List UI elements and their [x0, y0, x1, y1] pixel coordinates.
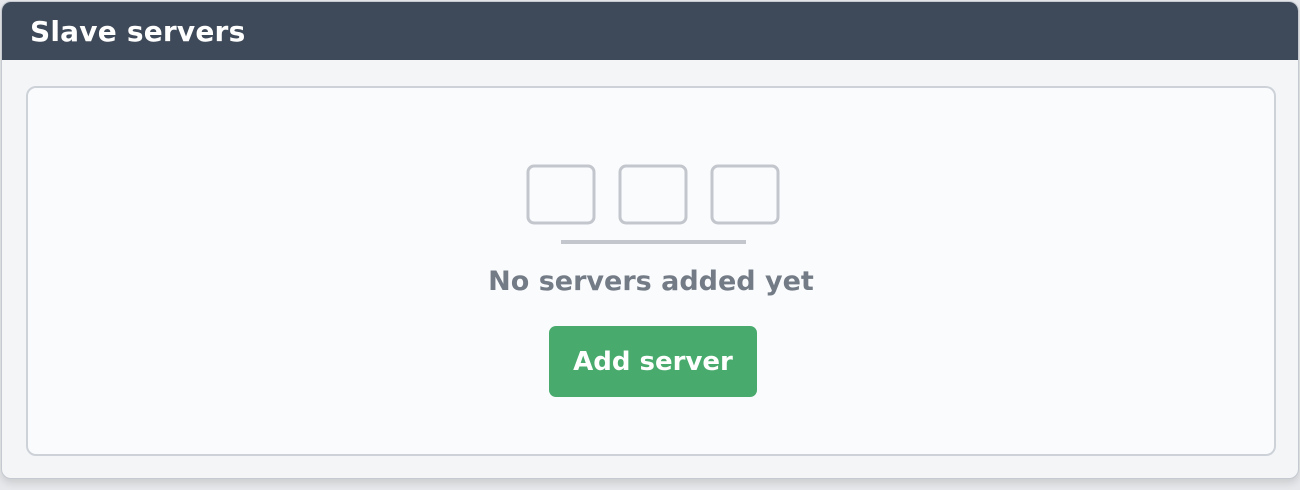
- empty-state-card: No servers added yet Add server: [26, 86, 1276, 456]
- server-boxes-icon: [526, 164, 780, 244]
- empty-message: No servers added yet: [488, 266, 814, 297]
- slave-servers-panel: Slave servers No servers added yet Add s…: [1, 1, 1299, 479]
- add-server-button[interactable]: Add server: [549, 326, 757, 397]
- panel-header: Slave servers: [2, 2, 1298, 60]
- panel-title: Slave servers: [30, 14, 246, 48]
